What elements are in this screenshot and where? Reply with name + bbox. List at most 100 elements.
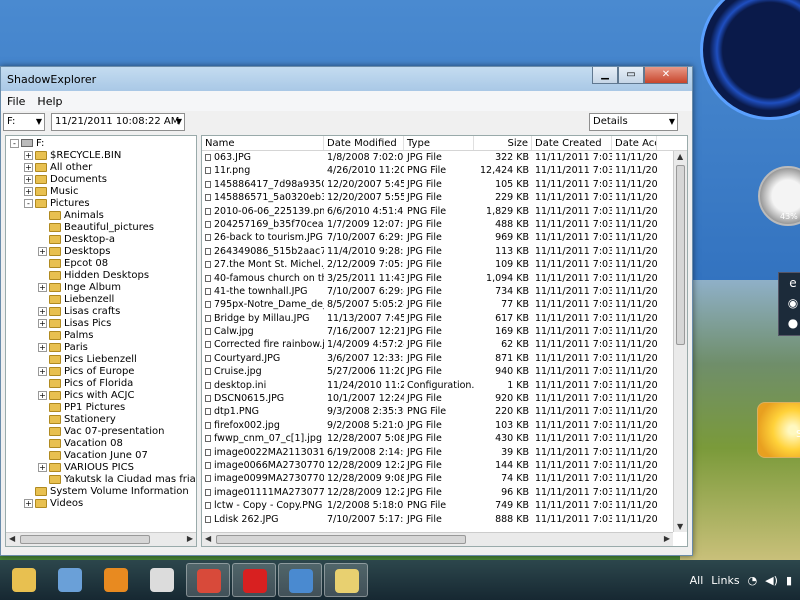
folder-tree[interactable]: - F: + $RECYCLE.BIN + All other + Documents + Mus… <box>5 135 197 547</box>
tree-item[interactable]: Beautiful_pictures <box>6 222 196 234</box>
tree-item[interactable]: + $RECYCLE.BIN <box>6 150 196 162</box>
tree-item[interactable]: Stationery <box>6 414 196 426</box>
table-row[interactable]: 40-famous church on the ...3/25/2011 11:… <box>202 272 687 285</box>
tree-item[interactable]: PP1 Pictures <box>6 402 196 414</box>
tree-item[interactable]: Vacation June 07 <box>6 450 196 462</box>
tree-item[interactable]: Liebenzell <box>6 294 196 306</box>
tree-horizontal-scrollbar[interactable]: ◀ ▶ <box>6 532 196 546</box>
taskbar-window-button[interactable] <box>140 563 184 597</box>
scroll-right-icon[interactable]: ▶ <box>187 534 193 543</box>
table-row[interactable]: 204257169_b35f70cea4[...1/7/2009 12:07:1… <box>202 218 687 231</box>
tree-item[interactable]: Yakutsk la Ciudad mas fria del Mun <box>6 474 196 486</box>
expand-icon[interactable]: + <box>24 498 33 508</box>
taskbar-app-button[interactable] <box>48 563 92 597</box>
taskbar-opera-button[interactable] <box>232 563 276 597</box>
table-row[interactable]: 27.the Mont St. Michel.JPG2/12/2009 7:05… <box>202 258 687 271</box>
taskbar-explorer-button[interactable] <box>2 563 46 597</box>
table-row[interactable]: 063.JPG 1/8/2008 7:02:06 ...JPG File 322 K… <box>202 151 687 164</box>
column-header-size[interactable]: Size <box>474 136 532 150</box>
scroll-right-icon[interactable]: ▶ <box>664 534 670 543</box>
tree-item[interactable]: + Pics with ACJC <box>6 390 196 402</box>
view-select[interactable]: Details ▼ <box>589 113 678 131</box>
tree-item[interactable]: Vac 07-presentation <box>6 426 196 438</box>
table-row[interactable]: Bridge by Millau.JPG 11/13/2007 7:45:...J… <box>202 312 687 325</box>
tree-item[interactable]: Epcot 08 <box>6 258 196 270</box>
taskbar-shadowexplorer-button[interactable] <box>324 563 368 597</box>
table-row[interactable]: 11r.png 4/26/2010 11:20:...PNG File 12,424… <box>202 164 687 177</box>
table-row[interactable]: Ldisk 262.JPG 7/10/2007 5:17:3...JPG File… <box>202 513 687 526</box>
list-horizontal-scrollbar[interactable]: ◀ ▶ <box>202 532 673 546</box>
close-button[interactable]: ✕ <box>644 67 688 84</box>
tree-item[interactable]: + Desktops <box>6 246 196 258</box>
expand-icon[interactable]: + <box>38 342 47 352</box>
table-row[interactable]: fwwp_cnm_07_c[1].jpg 12/28/2007 5:08:...J… <box>202 432 687 445</box>
table-row[interactable]: firefox002.jpg 9/2/2008 5:21:04 ...JPG Fi… <box>202 419 687 432</box>
tree-item[interactable]: + Documents <box>6 174 196 186</box>
tree-item[interactable]: Animals <box>6 210 196 222</box>
list-scroll-thumb[interactable] <box>676 165 685 345</box>
table-row[interactable]: 2010-06-06_225139.png6/6/2010 4:51:43 ..… <box>202 205 687 218</box>
scroll-left-icon[interactable]: ◀ <box>9 534 15 543</box>
expand-icon[interactable]: + <box>24 186 33 196</box>
tree-item[interactable]: + Pics of Europe <box>6 366 196 378</box>
collapse-icon[interactable]: - <box>10 138 19 148</box>
tray-all[interactable]: All <box>690 574 704 587</box>
ie-icon[interactable]: e <box>779 273 800 293</box>
table-row[interactable]: Calw.jpg 7/16/2007 12:21:...JPG File 169 K… <box>202 325 687 338</box>
table-row[interactable]: Cruise.jpg 5/27/2006 11:20:...JPG File 940… <box>202 365 687 378</box>
tree-item[interactable]: Vacation 08 <box>6 438 196 450</box>
tree-item[interactable]: Pics of Florida <box>6 378 196 390</box>
tree-item[interactable]: Pics Liebenzell <box>6 354 196 366</box>
table-row[interactable]: 41-the townhall.JPG 7/10/2007 6:29:4...JP… <box>202 285 687 298</box>
menu-help[interactable]: Help <box>31 95 68 108</box>
table-row[interactable]: 264349086_515b2aac78[...11/4/2010 9:28:1… <box>202 245 687 258</box>
tree-item[interactable]: + VARIOUS PICS <box>6 462 196 474</box>
expand-icon[interactable]: + <box>38 318 47 328</box>
maximize-button[interactable]: ▭ <box>618 67 644 84</box>
taskbar-safari-button[interactable] <box>278 563 322 597</box>
volume-icon[interactable]: ◀) <box>765 574 778 587</box>
clock-gadget[interactable] <box>700 0 800 120</box>
chrome-icon[interactable]: ◉ <box>779 293 800 313</box>
network-icon[interactable]: ◔ <box>748 574 758 587</box>
table-row[interactable]: Courtyard.JPG 3/6/2007 12:33:5...JPG File… <box>202 352 687 365</box>
tree-item[interactable]: Desktop-a <box>6 234 196 246</box>
table-row[interactable]: 795px-Notre_Dame_de_...8/5/2007 5:05:24 … <box>202 298 687 311</box>
tree-item[interactable]: + Paris <box>6 342 196 354</box>
tree-item[interactable]: - Pictures <box>6 198 196 210</box>
tree-item[interactable]: - F: <box>6 138 196 150</box>
tree-item[interactable]: System Volume Information <box>6 486 196 498</box>
list-vertical-scrollbar[interactable]: ▲ ▼ <box>673 151 687 532</box>
expand-icon[interactable]: + <box>38 462 47 472</box>
table-row[interactable]: Corrected fire rainbow.jpg1/4/2009 4:57:… <box>202 338 687 351</box>
cpu-gauge-gadget[interactable]: 43% <box>758 166 800 226</box>
minimize-button[interactable]: ▁ <box>592 67 618 84</box>
table-row[interactable]: image0099MA27307707-...12/28/2009 9:08:.… <box>202 472 687 485</box>
taskbar-media-button[interactable] <box>94 563 138 597</box>
table-row[interactable]: image01111MA2730770...12/28/2009 12:29:.… <box>202 486 687 499</box>
column-header-date-accessed[interactable]: Date Acce <box>612 136 657 150</box>
tree-item[interactable]: Palms <box>6 330 196 342</box>
table-row[interactable]: image0022MA21130315-...6/19/2008 2:14:0.… <box>202 446 687 459</box>
snapshot-date-select[interactable]: 11/21/2011 10:08:22 AM ▼ <box>51 113 185 131</box>
expand-icon[interactable]: + <box>38 366 47 376</box>
file-list[interactable]: Name Date Modified Type Size Date Create… <box>201 135 688 547</box>
scroll-left-icon[interactable]: ◀ <box>205 534 211 543</box>
notification-icon[interactable]: ▮ <box>786 574 792 587</box>
tree-item[interactable]: + All other <box>6 162 196 174</box>
table-row[interactable]: desktop.ini 11/24/2010 11:28:...Configura… <box>202 379 687 392</box>
tree-item[interactable]: + Inge Album <box>6 282 196 294</box>
drive-select[interactable]: F: ▼ <box>3 113 45 131</box>
expand-icon[interactable]: + <box>24 162 33 172</box>
table-row[interactable]: 26-back to tourism.JPG 7/10/2007 6:29:3..… <box>202 231 687 244</box>
scroll-up-icon[interactable]: ▲ <box>677 152 683 161</box>
table-row[interactable]: image0066MA27307707-...12/28/2009 12:29:… <box>202 459 687 472</box>
weather-gadget[interactable]: S <box>757 402 800 458</box>
title-bar[interactable]: ShadowExplorer ▁ ▭ ✕ <box>1 67 692 91</box>
expand-icon[interactable]: + <box>38 282 47 292</box>
tray-links[interactable]: Links <box>711 574 739 587</box>
list-hscroll-thumb[interactable] <box>216 535 466 544</box>
expand-icon[interactable]: + <box>38 246 47 256</box>
taskbar-chrome-button[interactable] <box>186 563 230 597</box>
expand-icon[interactable]: + <box>38 390 47 400</box>
